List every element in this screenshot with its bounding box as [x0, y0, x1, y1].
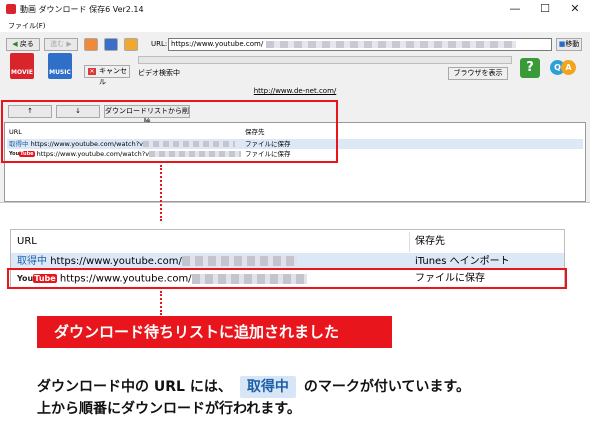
header-url: URL [17, 236, 37, 247]
fetching-tag: 取得中 [17, 256, 47, 267]
back-label: 戻る [19, 40, 34, 48]
row-highlight-box [7, 268, 567, 289]
blurred-url-part [266, 40, 517, 48]
highlight-box [1, 100, 338, 163]
title-bar: 動画 ダウンロード 保存6 Ver2.14 — ☐ ✕ [0, 0, 590, 18]
note-text: のマークが付いています。 [303, 379, 471, 395]
go-label: 移動 [565, 40, 580, 48]
row-url: https://www.youtube.com/ [50, 256, 182, 267]
qa-button[interactable]: Q A [550, 58, 576, 78]
column-divider [409, 232, 410, 252]
cancel-button[interactable]: ✕ キャンセル [84, 65, 130, 86]
show-browser-button[interactable]: ブラウザを表示 [448, 67, 508, 80]
menu-file[interactable]: ファイル(F) [8, 21, 46, 31]
header-dest: 保存先 [415, 236, 445, 247]
url-value: https://www.youtube.com/ [171, 40, 264, 48]
callout-banner: ダウンロード待ちリストに追加されました [37, 316, 392, 348]
navigation-toolbar: ◀ 戻る 進む ▶ URL: https://www.youtube.com/ … [0, 33, 590, 53]
note-line-2: 上から順番にダウンロードが行われます。 [37, 401, 301, 417]
back-arrow-icon: ◀ [12, 40, 18, 48]
movie-label: MOVIE [11, 69, 33, 76]
url-label: URL: [151, 40, 168, 48]
connector-line [160, 291, 162, 315]
connector-line [160, 165, 162, 221]
home-icon[interactable] [124, 38, 138, 51]
refresh-icon[interactable] [104, 38, 118, 51]
app-icon [6, 4, 16, 14]
zoom-list-header: URL 保存先 [11, 232, 564, 252]
go-button[interactable]: ■移動 [556, 38, 582, 51]
qa-a-icon: A [561, 60, 576, 75]
maximize-button[interactable]: ☐ [530, 0, 560, 18]
back-button[interactable]: ◀ 戻る [6, 38, 40, 51]
progress-bar [138, 56, 512, 64]
forward-button[interactable]: 進む ▶ [44, 38, 78, 51]
explanation-note: ダウンロード中の URL には、 取得中 のマークが付いています。 上から順番にダウ… [37, 376, 470, 420]
note-line-1: ダウンロード中の URL には、 取得中 のマークが付いています。 [37, 376, 470, 398]
minimize-button[interactable]: — [500, 0, 530, 18]
help-button[interactable]: ? [520, 58, 540, 78]
status-text: ビデオ検索中 [138, 69, 180, 77]
fetching-badge: 取得中 [239, 376, 296, 398]
forward-label: 進む [50, 40, 65, 48]
cancel-label: キャンセル [99, 67, 127, 86]
cancel-x-icon: ✕ [88, 68, 96, 75]
stop-icon[interactable] [84, 38, 98, 51]
window-title: 動画 ダウンロード 保存6 Ver2.14 [20, 5, 144, 14]
site-link[interactable]: http://www.de-net.com/ [0, 87, 590, 95]
note-text: ダウンロード中の URL には、 [37, 379, 232, 395]
movie-button[interactable]: MOVIE [10, 53, 34, 79]
menu-bar: ファイル(F) [0, 18, 590, 32]
close-button[interactable]: ✕ [560, 0, 590, 18]
url-input[interactable]: https://www.youtube.com/ [168, 38, 552, 51]
forward-arrow-icon: ▶ [66, 40, 72, 48]
music-button[interactable]: MUSIC [48, 53, 72, 79]
music-label: MUSIC [49, 69, 71, 76]
blurred-url-part [181, 256, 297, 266]
